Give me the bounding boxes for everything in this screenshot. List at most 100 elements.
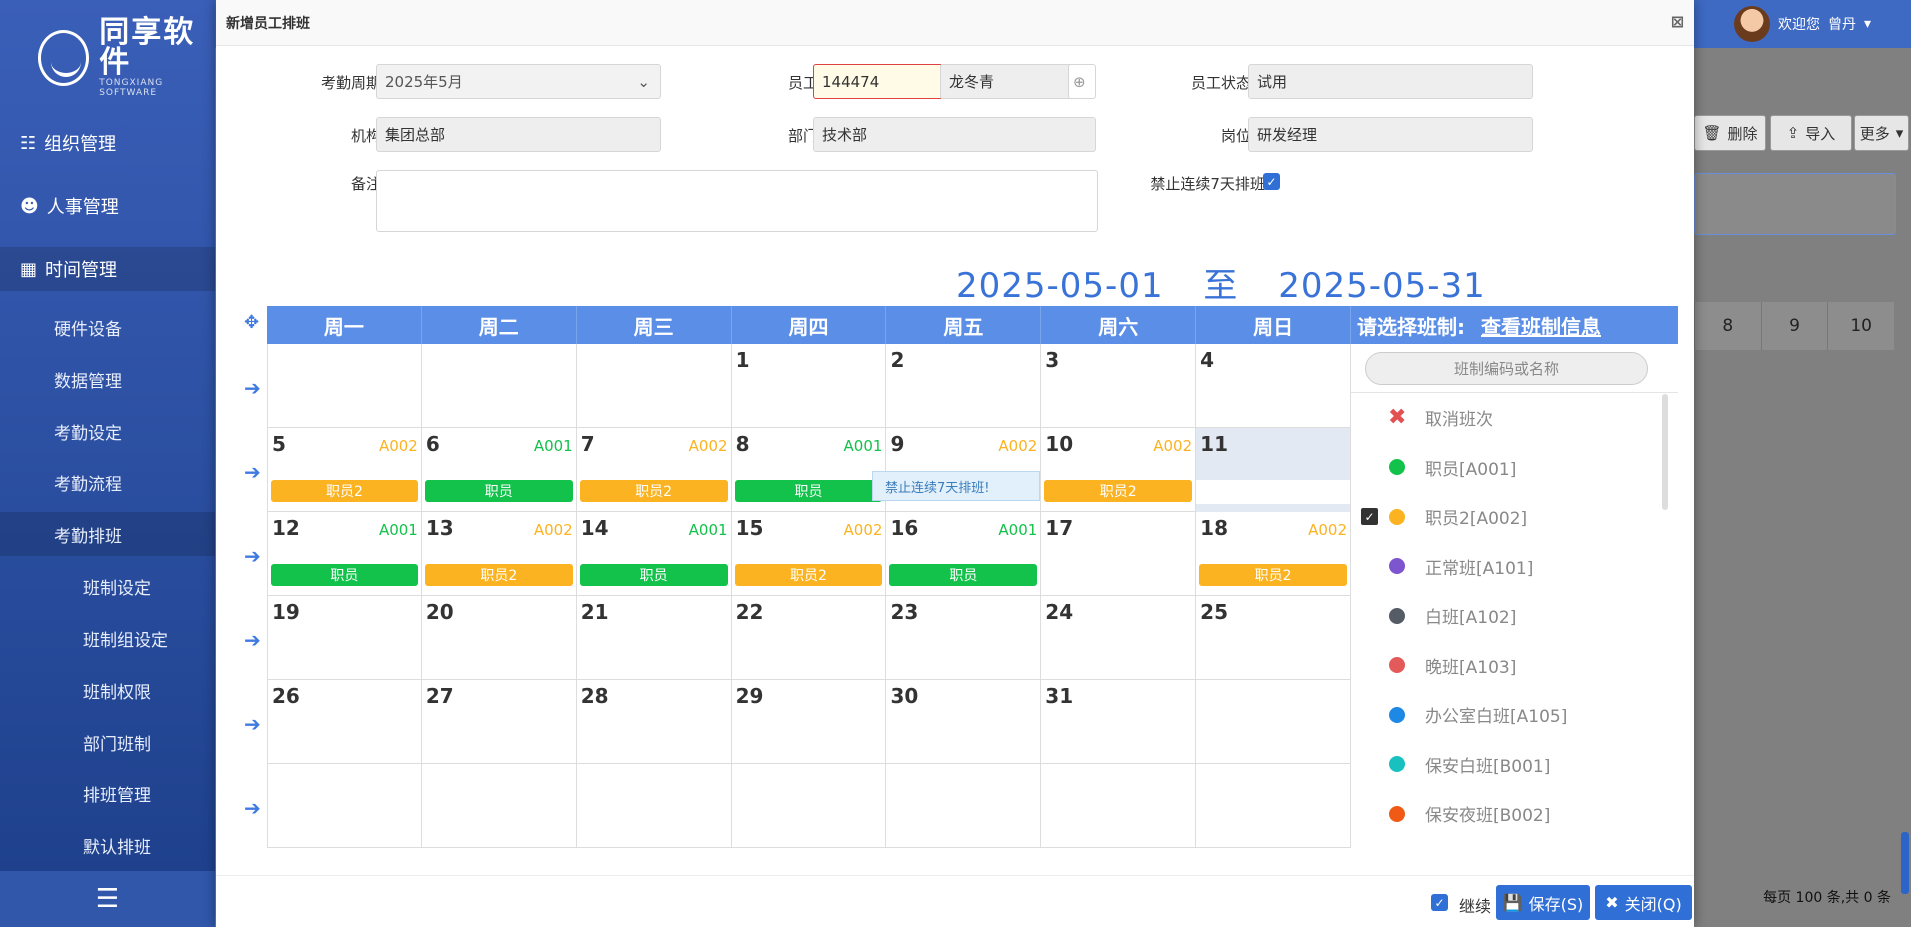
day-cell[interactable]: 3 xyxy=(1041,344,1197,428)
day-cell[interactable]: 5 A002 职员2 xyxy=(267,428,422,512)
period-select[interactable]: 2025年5月 ⌄ xyxy=(376,64,661,99)
shift-option[interactable]: 办公室白班[A105] xyxy=(1351,690,1678,740)
day-cell[interactable]: 1 xyxy=(732,344,887,428)
close-icon[interactable]: ⊠ xyxy=(1671,12,1684,31)
day-cell[interactable]: 14 A001 职员 xyxy=(577,512,732,596)
day-cell[interactable] xyxy=(886,764,1042,848)
day-cell[interactable]: 2 xyxy=(886,344,1042,428)
more-button[interactable]: 更多 ▾ xyxy=(1854,115,1909,151)
day-cell[interactable]: 26 xyxy=(267,680,422,764)
row-apply-arrow-icon[interactable]: ➔ xyxy=(244,544,261,568)
shift-bar[interactable]: 职员2 xyxy=(734,564,883,586)
day-cell[interactable]: 10 A002 职员2 xyxy=(1041,428,1197,512)
shift-option[interactable]: 职员[A001] xyxy=(1351,443,1678,493)
import-button[interactable]: ⇪ 导入 xyxy=(1770,115,1852,151)
day-cell[interactable]: 21 xyxy=(577,596,732,680)
sidebar-subitem[interactable]: 考勤设定 xyxy=(0,409,215,453)
sidebar-subitem[interactable]: 硬件设备 xyxy=(0,305,215,349)
sidebar-subitem[interactable]: 班制权限 xyxy=(0,668,215,712)
day-cell[interactable]: 29 xyxy=(732,680,887,764)
day-cell[interactable] xyxy=(422,764,577,848)
shift-bar[interactable]: 职员2 xyxy=(1044,480,1193,502)
day-cell[interactable] xyxy=(577,344,732,428)
shift-option[interactable]: 保安夜班[B002] xyxy=(1351,789,1678,839)
day-cell[interactable]: 28 xyxy=(577,680,732,764)
day-cell[interactable]: 8 A001 职员 xyxy=(732,428,887,512)
day-cell[interactable]: 25 xyxy=(1196,596,1352,680)
sidebar-subitem[interactable]: 班制组设定 xyxy=(0,616,215,660)
day-cell[interactable] xyxy=(1041,764,1197,848)
day-cell[interactable]: 16 A001 职员 xyxy=(886,512,1042,596)
shift-bar[interactable]: 职员 xyxy=(271,564,418,586)
shift-bar[interactable]: 职员2 xyxy=(271,480,418,502)
day-cell[interactable]: 23 xyxy=(886,596,1042,680)
day-cell[interactable]: 15 A002 职员2 xyxy=(732,512,887,596)
delete-button[interactable]: 🗑 删除 xyxy=(1694,115,1766,151)
save-button[interactable]: 💾 保存(S) xyxy=(1496,885,1590,920)
shift-option[interactable]: ✓ 职员2[A002] xyxy=(1351,492,1678,542)
day-cell[interactable]: 17 xyxy=(1041,512,1197,596)
shift-bar[interactable]: 职员 xyxy=(889,564,1038,586)
background-textarea[interactable] xyxy=(1694,173,1896,235)
day-cell[interactable]: 27 xyxy=(422,680,577,764)
add-employee-icon[interactable]: ⊕ xyxy=(1068,64,1096,99)
day-cell[interactable]: 20 xyxy=(422,596,577,680)
day-cell[interactable]: 13 A002 职员2 xyxy=(422,512,577,596)
remark-textarea[interactable] xyxy=(376,170,1098,232)
shift-bar[interactable]: 职员 xyxy=(424,480,573,502)
sidebar-subitem[interactable]: 排班管理 xyxy=(0,771,215,815)
day-cell[interactable]: 22 xyxy=(732,596,887,680)
shift-bar[interactable]: 职员2 xyxy=(1199,564,1348,586)
sidebar-item-org[interactable]: ☷ 组织管理 xyxy=(0,121,215,165)
ban7-checkbox[interactable]: ✓ xyxy=(1263,173,1280,190)
sidebar-subitem[interactable]: 班制设定 xyxy=(0,564,215,608)
day-cell[interactable]: 7 A002 职员2 xyxy=(577,428,732,512)
day-cell[interactable]: 4 xyxy=(1196,344,1352,428)
row-apply-arrow-icon[interactable]: ➔ xyxy=(244,712,261,736)
day-cell[interactable]: 24 xyxy=(1041,596,1197,680)
page-scrollbar[interactable] xyxy=(1901,832,1909,894)
employee-id-input[interactable]: 144474 xyxy=(813,64,943,99)
shift-option[interactable]: 晚班[A103] xyxy=(1351,641,1678,691)
day-cell[interactable]: 19 xyxy=(267,596,422,680)
day-cell[interactable] xyxy=(422,344,577,428)
sidebar-item-hr[interactable]: ☻ 人事管理 xyxy=(0,184,215,228)
sidebar-subitem[interactable]: 部门班制 xyxy=(0,720,215,764)
view-shift-info-link[interactable]: 查看班制信息 xyxy=(1481,311,1601,340)
day-cell[interactable] xyxy=(1196,764,1352,848)
row-apply-arrow-icon[interactable]: ➔ xyxy=(244,796,261,820)
shift-bar[interactable]: 职员 xyxy=(579,564,728,586)
user-menu[interactable]: 欢迎您 曾丹 ▾ xyxy=(1733,6,1871,42)
day-cell[interactable]: 18 A002 职员2 xyxy=(1196,512,1352,596)
shift-option[interactable]: 保安白班[B001] xyxy=(1351,740,1678,790)
shift-search-input[interactable]: 班制编码或名称 xyxy=(1365,352,1648,385)
shift-bar[interactable]: 职员2 xyxy=(424,564,573,586)
row-apply-arrow-icon[interactable]: ➔ xyxy=(244,460,261,484)
sidebar-subitem[interactable]: 默认排班 xyxy=(0,823,215,867)
day-cell[interactable] xyxy=(732,764,887,848)
sidebar-subitem[interactable]: 数据管理 xyxy=(0,357,215,401)
day-cell[interactable] xyxy=(1196,680,1352,764)
shift-option[interactable]: ✖ 取消班次 xyxy=(1351,393,1678,443)
move-icon[interactable]: ✥ xyxy=(244,312,259,333)
day-cell[interactable]: 12 A001 职员 xyxy=(267,512,422,596)
sidebar-subitem[interactable]: 考勤流程 xyxy=(0,460,215,504)
shift-bar[interactable]: 职员2 xyxy=(579,480,728,502)
close-button[interactable]: ✖ 关闭(Q) xyxy=(1595,885,1692,920)
day-cell[interactable] xyxy=(267,344,422,428)
shift-option[interactable]: 白班[A102] xyxy=(1351,591,1678,641)
sidebar-item-time[interactable]: ▦ 时间管理 xyxy=(0,247,215,291)
row-apply-arrow-icon[interactable]: ➔ xyxy=(244,376,261,400)
day-cell[interactable]: 30 xyxy=(886,680,1042,764)
row-apply-arrow-icon[interactable]: ➔ xyxy=(244,628,261,652)
day-cell[interactable] xyxy=(577,764,732,848)
day-cell[interactable]: 11 xyxy=(1196,428,1352,512)
shift-option[interactable]: 正常班[A101] xyxy=(1351,542,1678,592)
day-cell[interactable]: 6 A001 职员 xyxy=(422,428,577,512)
selected-check-icon[interactable]: ✓ xyxy=(1361,508,1378,526)
day-cell[interactable] xyxy=(267,764,422,848)
continue-checkbox[interactable]: ✓ xyxy=(1431,894,1448,911)
day-cell[interactable]: 31 xyxy=(1041,680,1197,764)
sidebar-subitem[interactable]: 考勤排班 xyxy=(0,512,215,556)
collapse-menu-icon[interactable]: ☰ xyxy=(0,871,215,927)
